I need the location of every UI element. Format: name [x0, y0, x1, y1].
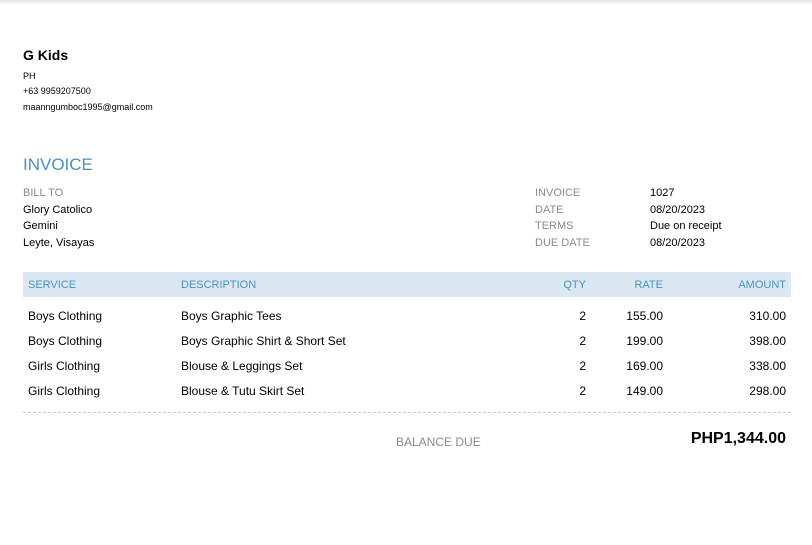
date-value: 08/20/2023: [650, 204, 706, 216]
row-service: Boys Clothing: [28, 334, 103, 348]
top-shadow: [0, 0, 812, 5]
row-description: Blouse & Leggings Set: [181, 359, 303, 373]
row-amount: 398.00: [749, 334, 786, 348]
invoice-number-label: INVOICE: [535, 187, 581, 199]
row-qty: 2: [579, 309, 586, 323]
date-label: DATE: [535, 204, 564, 216]
company-email: maanngumboc1995@gmail.com: [23, 102, 153, 112]
invoice-number: 1027: [650, 187, 675, 199]
row-rate: 149.00: [626, 384, 663, 398]
header-amount: AMOUNT: [738, 279, 786, 291]
table-header: SERVICE DESCRIPTION QTY RATE AMOUNT: [23, 272, 791, 297]
balance-due-amount: PHP1,344.00: [690, 430, 786, 447]
header-qty: QTY: [563, 279, 586, 291]
row-rate: 199.00: [626, 334, 663, 348]
row-service: Girls Clothing: [28, 384, 101, 398]
due-date-label: DUE DATE: [535, 237, 590, 249]
due-date-value: 08/20/2023: [650, 237, 706, 249]
row-amount: 338.00: [749, 359, 786, 373]
bill-to-company: Gemini: [23, 220, 58, 232]
row-qty: 2: [579, 334, 586, 348]
bill-to-name: Glory Catolico: [23, 204, 93, 216]
row-amount: 310.00: [749, 309, 786, 323]
row-description: Boys Graphic Shirt & Short Set: [181, 334, 346, 348]
row-service: Boys Clothing: [28, 309, 103, 323]
company-country: PH: [23, 71, 36, 81]
row-rate: 169.00: [626, 359, 663, 373]
header-rate: RATE: [634, 279, 663, 291]
company-phone: +63 9959207500: [23, 86, 91, 96]
bill-to-label: BILL TO: [23, 187, 64, 199]
table-divider: [23, 412, 791, 413]
row-qty: 2: [579, 384, 586, 398]
terms-label: TERMS: [535, 220, 574, 232]
row-rate: 155.00: [626, 309, 663, 323]
invoice-title: INVOICE: [23, 155, 93, 174]
row-amount: 298.00: [749, 384, 786, 398]
header-description: DESCRIPTION: [181, 279, 257, 291]
header-service: SERVICE: [28, 279, 77, 291]
bill-to-address: Leyte, Visayas: [23, 237, 95, 249]
row-service: Girls Clothing: [28, 359, 101, 373]
balance-due-label: BALANCE DUE: [396, 435, 481, 449]
row-qty: 2: [579, 359, 586, 373]
row-description: Boys Graphic Tees: [181, 309, 282, 323]
row-description: Blouse & Tutu Skirt Set: [181, 384, 305, 398]
company-name: G Kids: [23, 47, 69, 63]
terms-value: Due on receipt: [650, 220, 722, 232]
